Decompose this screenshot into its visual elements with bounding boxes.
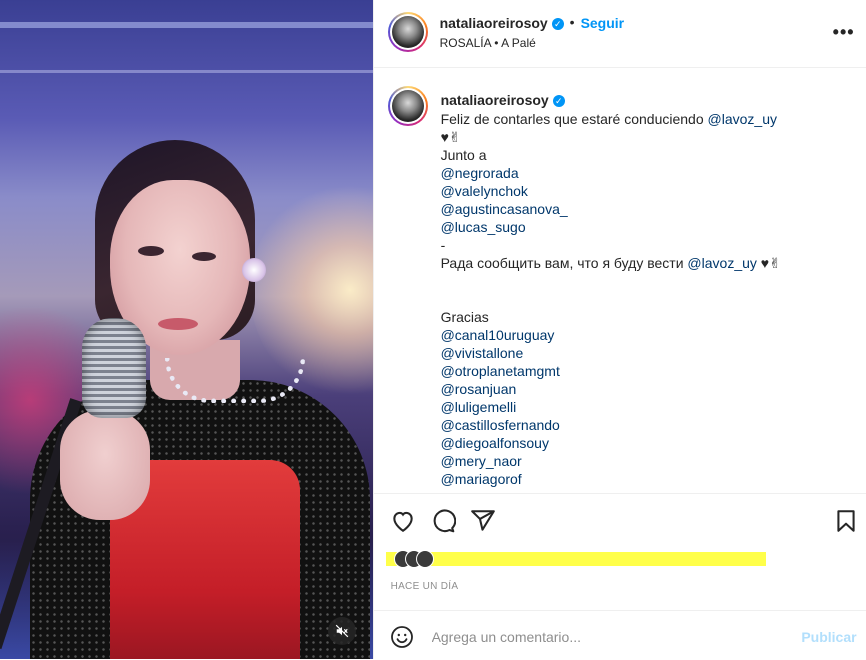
add-comment-bar: Publicar	[373, 610, 866, 660]
comment-icon[interactable]	[430, 508, 456, 534]
lips	[158, 318, 198, 330]
caption-line: Gracias	[440, 309, 489, 325]
eye	[138, 246, 164, 256]
share-icon[interactable]	[470, 508, 496, 534]
mention-link[interactable]: @castillosfernando	[441, 417, 560, 433]
bookmark-icon[interactable]	[833, 508, 859, 534]
more-options-icon[interactable]: •••	[833, 22, 855, 43]
avatar[interactable]	[387, 12, 428, 52]
hand	[60, 410, 150, 520]
post-details-panel: nataliaoreirosoy ✓ • Seguir ROSALÍA • A P…	[372, 0, 866, 660]
post-actions: HACE UN DÍA	[373, 493, 866, 610]
stage-light	[0, 22, 373, 28]
stage-light	[0, 70, 373, 73]
username-text[interactable]: nataliaoreirosoy	[441, 92, 549, 108]
mention-link[interactable]: @lucas_sugo	[441, 219, 526, 235]
profile-photo	[391, 90, 424, 122]
mention-link[interactable]: @lavoz_uy	[708, 111, 777, 127]
profile-photo	[391, 16, 424, 48]
mention-link[interactable]: @mery_naor	[441, 453, 522, 469]
speaker-muted-icon	[335, 624, 349, 638]
liked-by-avatars[interactable]	[393, 550, 442, 568]
earring	[242, 258, 266, 282]
post-media-video[interactable]	[0, 0, 373, 659]
audio-link[interactable]: ROSALÍA • A Palé	[440, 36, 536, 50]
publish-button[interactable]: Publicar	[801, 629, 856, 645]
mention-link[interactable]: @vivistallone	[441, 345, 524, 361]
verified-badge-icon: ✓	[551, 18, 564, 31]
caption-line: -	[440, 237, 446, 253]
follow-button[interactable]: Seguir	[581, 15, 625, 31]
caption-line: Рада сообщить вам, что я буду вести	[440, 255, 688, 271]
caption-line: Junto a	[440, 147, 487, 163]
avatar[interactable]	[387, 86, 428, 126]
eye	[192, 252, 216, 261]
microphone	[82, 318, 146, 418]
username-text[interactable]: nataliaoreirosoy	[440, 15, 548, 31]
separator-dot: •	[569, 14, 575, 30]
avatar	[415, 550, 434, 568]
post-header: nataliaoreirosoy ✓ • Seguir ROSALÍA • A P…	[373, 0, 866, 68]
mention-link[interactable]: @mariagorof	[441, 471, 522, 487]
mention-link[interactable]: @otroplanetamgmt	[441, 363, 560, 379]
caption-username-link[interactable]: nataliaoreirosoy ✓	[441, 92, 565, 108]
caption-area: nataliaoreirosoy ✓ Feliz de contarles que…	[374, 68, 866, 492]
heart-icon[interactable]	[390, 508, 416, 534]
mute-button[interactable]	[328, 617, 356, 645]
emoji-icon[interactable]	[390, 625, 414, 649]
instagram-post: nataliaoreirosoy ✓ • Seguir ROSALÍA • A P…	[0, 0, 866, 659]
verified-badge-icon: ✓	[552, 95, 565, 108]
mention-link[interactable]: @luligemelli	[441, 399, 517, 415]
mention-link[interactable]: @diegoalfonsouy	[441, 435, 549, 451]
mention-link[interactable]: @valelynchok	[441, 183, 528, 199]
mention-link[interactable]: @rosanjuan	[441, 381, 517, 397]
caption-text: Feliz de contarles que estaré conduciend…	[441, 110, 851, 488]
caption-line: ♥✌	[440, 129, 461, 145]
post-timestamp[interactable]: HACE UN DÍA	[391, 581, 459, 592]
author-username-link[interactable]: nataliaoreirosoy ✓	[440, 15, 564, 31]
mention-link[interactable]: @lavoz_uy	[687, 255, 756, 271]
caption-line: ♥✌	[756, 255, 781, 271]
mention-link[interactable]: @negrorada	[441, 165, 519, 181]
caption-line: Feliz de contarles que estaré conduciend…	[440, 111, 708, 127]
mention-link[interactable]: @canal10uruguay	[441, 327, 555, 343]
comment-input[interactable]	[429, 623, 794, 651]
likes-redacted-bar	[385, 552, 766, 566]
mention-link[interactable]: @agustincasanova_	[441, 201, 568, 217]
